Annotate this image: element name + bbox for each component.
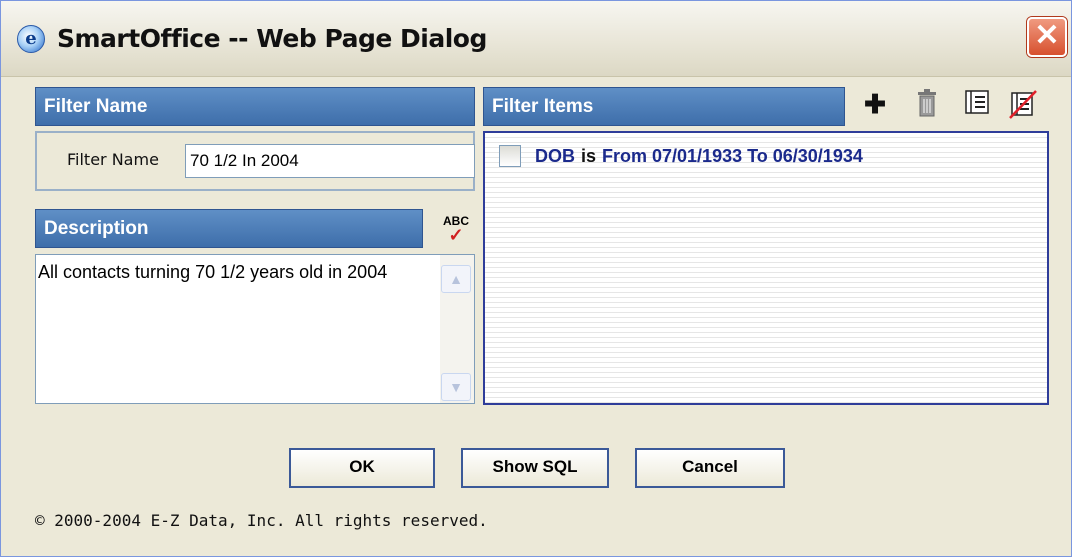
item-operator: is bbox=[581, 145, 597, 166]
filter-name-label: Filter Name bbox=[67, 150, 159, 169]
spell-check-icon[interactable]: ABC ✓ bbox=[441, 214, 471, 246]
description-textarea[interactable]: All contacts turning 70 1/2 years old in… bbox=[35, 254, 475, 404]
description-text: All contacts turning 70 1/2 years old in… bbox=[38, 262, 388, 282]
close-button[interactable]: ✕ bbox=[1027, 17, 1067, 57]
filter-name-input[interactable] bbox=[185, 144, 475, 178]
window-title: SmartOffice -- Web Page Dialog bbox=[57, 24, 487, 53]
ie-icon: e bbox=[17, 25, 45, 53]
description-header: Description bbox=[35, 209, 423, 248]
list-item[interactable]: DOB is From 07/01/1933 To 06/30/1934 bbox=[499, 143, 863, 169]
filter-name-header: Filter Name bbox=[35, 87, 475, 126]
title-bar[interactable]: e SmartOffice -- Web Page Dialog ✕ bbox=[1, 1, 1071, 77]
trash-icon[interactable] bbox=[913, 89, 941, 121]
spell-check-mark: ✓ bbox=[448, 225, 464, 245]
plus-icon[interactable]: ✚ bbox=[861, 89, 889, 121]
copyright-text: © 2000-2004 E-Z Data, Inc. All rights re… bbox=[35, 511, 488, 530]
scroll-up-icon[interactable]: ▲ bbox=[441, 265, 471, 293]
list-icon[interactable] bbox=[963, 89, 991, 121]
show-sql-button[interactable]: Show SQL bbox=[461, 448, 609, 488]
description-scrollbar[interactable]: ▲ ▼ bbox=[440, 255, 474, 403]
filter-items-header: Filter Items bbox=[483, 87, 845, 126]
ok-button[interactable]: OK bbox=[289, 448, 435, 488]
cancel-button[interactable]: Cancel bbox=[635, 448, 785, 488]
dialog-window: e SmartOffice -- Web Page Dialog ✕ Filte… bbox=[0, 0, 1072, 557]
item-checkbox[interactable] bbox=[499, 145, 521, 167]
clear-list-icon[interactable] bbox=[1009, 89, 1037, 121]
item-field: DOB bbox=[535, 145, 575, 166]
scroll-down-icon[interactable]: ▼ bbox=[441, 373, 471, 401]
filter-items-list[interactable]: DOB is From 07/01/1933 To 06/30/1934 bbox=[483, 131, 1049, 405]
item-value: From 07/01/1933 To 06/30/1934 bbox=[602, 145, 863, 166]
